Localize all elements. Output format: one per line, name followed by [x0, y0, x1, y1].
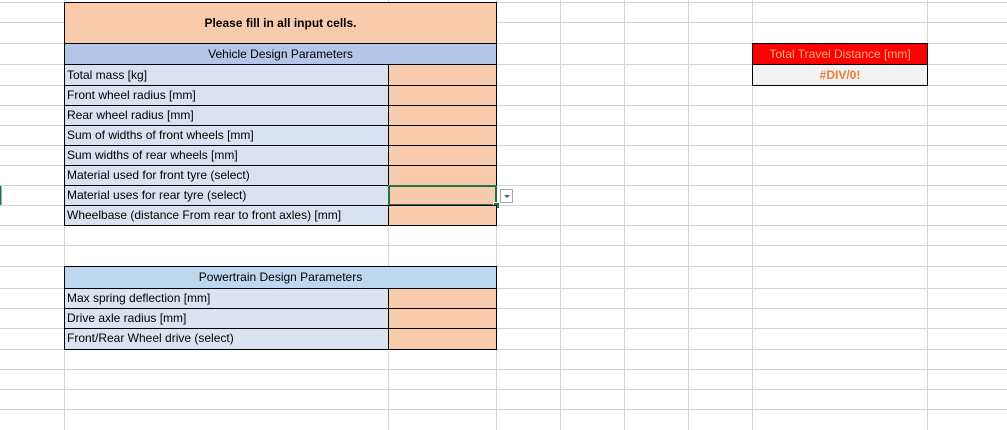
row-label-text: Material used for front tyre (select): [67, 168, 250, 182]
rear-tyre-material-select[interactable]: [388, 185, 497, 206]
vehicle-row-label: Wheelbase (distance From rear to front a…: [64, 205, 389, 226]
row-label-text: Front wheel radius [mm]: [67, 88, 196, 102]
result-value: #DIV/0!: [819, 68, 861, 82]
vehicle-row-label: Sum widths of rear wheels [mm]: [64, 145, 389, 166]
powertrain-params-title: Powertrain Design Parameters: [198, 270, 363, 284]
result-label: Total Travel Distance [mm]: [769, 47, 911, 61]
row-label-text: Front/Rear Wheel drive (select): [67, 331, 234, 345]
row-label-text: Wheelbase (distance From rear to front a…: [67, 208, 342, 222]
instructions-banner: Please fill in all input cells.: [64, 2, 497, 44]
powertrain-params-header: Powertrain Design Parameters: [64, 266, 497, 289]
wheel-drive-select[interactable]: [388, 328, 497, 350]
powertrain-row-label: Max spring deflection [mm]: [64, 288, 389, 309]
total-travel-distance-value[interactable]: #DIV/0!: [752, 64, 928, 86]
total-mass-input[interactable]: [388, 64, 497, 86]
row-label-text: Sum widths of rear wheels [mm]: [67, 148, 238, 162]
instructions-text: Please fill in all input cells.: [204, 16, 357, 30]
rear-wheel-width-input[interactable]: [388, 145, 497, 166]
vehicle-row-label: Rear wheel radius [mm]: [64, 105, 389, 126]
vehicle-row-label: Total mass [kg]: [64, 64, 389, 86]
total-travel-distance-header: Total Travel Distance [mm]: [752, 43, 928, 65]
spring-deflection-input[interactable]: [388, 288, 497, 309]
row-label-text: Sum of widths of front wheels [mm]: [67, 128, 254, 142]
vehicle-row-label: Material used for front tyre (select): [64, 165, 389, 186]
vehicle-params-header: Vehicle Design Parameters: [64, 43, 497, 65]
drive-axle-radius-input[interactable]: [388, 308, 497, 329]
vehicle-params-title: Vehicle Design Parameters: [208, 47, 353, 61]
vehicle-row-label: Sum of widths of front wheels [mm]: [64, 125, 389, 146]
front-tyre-material-select[interactable]: [388, 165, 497, 186]
vehicle-row-label: Material uses for rear tyre (select): [64, 185, 389, 206]
row-label-text: Total mass [kg]: [67, 68, 148, 82]
row-label-text: Drive axle radius [mm]: [67, 311, 187, 325]
powertrain-row-label: Front/Rear Wheel drive (select): [64, 328, 389, 350]
vehicle-row-label: Front wheel radius [mm]: [64, 85, 389, 106]
front-wheel-width-input[interactable]: [388, 125, 497, 146]
wheelbase-input[interactable]: [388, 205, 497, 226]
powertrain-row-label: Drive axle radius [mm]: [64, 308, 389, 329]
dropdown-arrow-icon[interactable]: [500, 189, 513, 203]
rear-wheel-radius-input[interactable]: [388, 105, 497, 126]
row-label-text: Material uses for rear tyre (select): [67, 188, 247, 202]
row-label-text: Max spring deflection [mm]: [67, 291, 211, 305]
front-wheel-radius-input[interactable]: [388, 85, 497, 106]
row-label-text: Rear wheel radius [mm]: [67, 108, 194, 122]
